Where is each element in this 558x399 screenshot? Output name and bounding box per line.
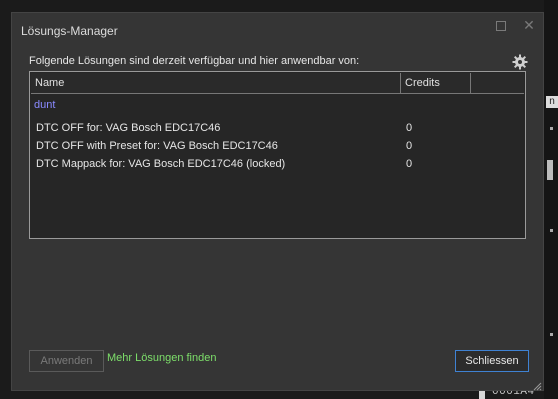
solution-name: DTC OFF for: VAG Bosch EDC17C46: [36, 122, 221, 134]
solutions-manager-dialog: Lösungs-Manager ✕ Folgende Lösungen sind…: [11, 12, 544, 391]
settings-button[interactable]: [512, 54, 528, 70]
maximize-button[interactable]: [493, 17, 509, 33]
solution-credits: 0: [406, 140, 413, 152]
solution-name: DTC Mappack for: VAG Bosch EDC17C46 (loc…: [36, 158, 286, 170]
solutions-list[interactable]: Name Credits dunt DTC OFF for: VAG Bosch…: [29, 71, 526, 239]
group-label[interactable]: dunt: [34, 99, 55, 111]
gear-icon: [512, 54, 528, 70]
list-header: Name Credits: [31, 73, 524, 94]
close-icon: ✕: [523, 17, 535, 33]
intro-text: Folgende Lösungen sind derzeit verfügbar…: [29, 55, 360, 67]
column-header-name[interactable]: Name: [31, 73, 401, 93]
maximize-icon: [496, 20, 506, 31]
resize-grip[interactable]: [533, 378, 542, 391]
background-scrollbar[interactable]: [547, 160, 553, 180]
solution-credits: 0: [406, 158, 413, 170]
column-header-extra[interactable]: [471, 73, 524, 93]
background-dot: [550, 333, 553, 336]
column-header-credits[interactable]: Credits: [401, 73, 471, 93]
list-item[interactable]: DTC Mappack for: VAG Bosch EDC17C46 (loc…: [30, 156, 525, 174]
solution-name: DTC OFF with Preset for: VAG Bosch EDC17…: [36, 140, 278, 152]
dialog-title: Lösungs-Manager: [21, 24, 118, 38]
background-panel: [544, 0, 558, 399]
background-side-glyph: n: [546, 96, 558, 108]
close-button[interactable]: Schliessen: [455, 350, 529, 372]
close-window-button[interactable]: ✕: [521, 17, 537, 33]
solution-credits: 0: [406, 122, 413, 134]
find-more-solutions-link[interactable]: Mehr Lösungen finden: [107, 352, 216, 364]
screen: n 0001A4 Lösungs-Manager ✕ Folgende Lösu…: [0, 0, 558, 399]
apply-button[interactable]: Anwenden: [29, 350, 104, 372]
resize-grip-icon: [533, 382, 542, 391]
background-dot: [550, 229, 553, 232]
background-dot: [550, 127, 553, 130]
list-item[interactable]: DTC OFF for: VAG Bosch EDC17C46 0: [30, 120, 525, 138]
list-item[interactable]: DTC OFF with Preset for: VAG Bosch EDC17…: [30, 138, 525, 156]
